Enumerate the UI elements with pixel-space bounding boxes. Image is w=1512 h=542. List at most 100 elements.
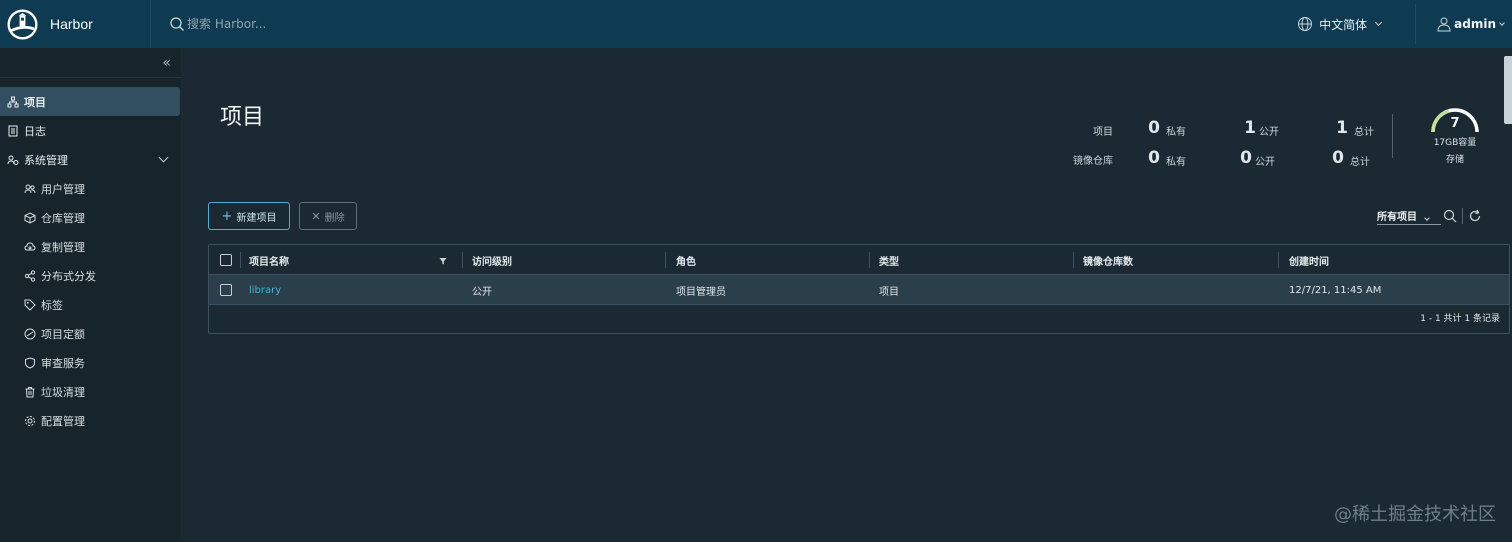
column-header-repo-count[interactable]: 镜像仓库数 <box>1083 245 1133 275</box>
projects-table: 项目名称 访问级别 角色 类型 镜像仓库数 创建时间 library 公开 项目… <box>208 244 1510 334</box>
column-header-type[interactable]: 类型 <box>879 245 899 275</box>
repos-private-count: 0 <box>1148 148 1160 168</box>
column-separator <box>869 252 870 268</box>
refresh-icon[interactable] <box>1468 209 1482 223</box>
filter-selected: 所有项目 <box>1377 212 1417 223</box>
side-panel-handle[interactable] <box>1504 56 1512 124</box>
language-selector[interactable]: 中文简体 <box>1277 0 1415 48</box>
users-icon <box>24 184 36 193</box>
sidebar-item-projects[interactable]: 项目 <box>0 87 180 116</box>
header-right: 中文简体 admin <box>1277 0 1512 48</box>
gear-icon <box>25 415 35 426</box>
search-icon <box>170 17 184 31</box>
new-project-button[interactable]: + 新建项目 <box>208 202 290 230</box>
sidebar-item-label: 审查服务 <box>41 356 85 370</box>
delete-label: 删除 <box>324 212 345 224</box>
private-label: 私有 <box>1166 157 1186 168</box>
column-separator <box>1073 252 1074 268</box>
column-header-created[interactable]: 创建时间 <box>1289 245 1329 275</box>
harbor-logo-icon <box>7 8 38 40</box>
language-label: 中文简体 <box>1319 17 1368 32</box>
sidebar-item-label: 垃圾清理 <box>41 385 85 399</box>
sidebar-item-label: 项目 <box>24 95 46 109</box>
sidebar-item-logs[interactable]: 日志 <box>0 116 181 145</box>
chevron-down-icon <box>1375 18 1383 27</box>
private-label: 私有 <box>1166 127 1186 138</box>
project-name-link[interactable]: library <box>249 275 281 305</box>
projects-public-count: 1 <box>1244 118 1256 138</box>
brand-area[interactable]: Harbor <box>0 0 151 48</box>
cell-type: 项目 <box>879 286 899 298</box>
registry-icon <box>24 211 36 224</box>
cell-created: 12/7/21, 11:45 AM <box>1289 284 1382 296</box>
username: admin <box>1454 17 1496 31</box>
sidebar-item-interrogation[interactable]: 审查服务 <box>24 348 85 377</box>
total-label: 总计 <box>1350 157 1370 168</box>
sidebar-item-registries[interactable]: 仓库管理 <box>24 203 85 232</box>
stats-projects-label: 项目 <box>1093 127 1113 138</box>
close-icon: ✕ <box>311 209 321 223</box>
quota-icon <box>24 328 36 339</box>
column-header-name[interactable]: 项目名称 <box>249 245 289 275</box>
projects-total-count: 1 <box>1336 118 1348 138</box>
public-label: 公开 <box>1255 157 1275 168</box>
storage-capacity: 17GB容量 <box>1433 138 1477 148</box>
repos-total-count: 0 <box>1332 148 1344 168</box>
select-all-checkbox[interactable] <box>220 254 232 266</box>
global-search[interactable] <box>169 16 347 32</box>
delete-button[interactable]: ✕ 删除 <box>299 202 357 230</box>
user-menu[interactable]: admin <box>1415 4 1512 44</box>
sidebar-item-quotas[interactable]: 项目定额 <box>24 319 85 348</box>
sidebar-item-label: 日志 <box>24 124 46 138</box>
sidebar-item-label: 分布式分发 <box>41 269 96 283</box>
row-checkbox[interactable] <box>220 284 232 296</box>
column-separator <box>1278 252 1279 268</box>
cell-access: 公开 <box>472 286 492 298</box>
column-header-access[interactable]: 访问级别 <box>472 245 512 275</box>
user-icon <box>1437 17 1451 32</box>
sidebar-item-label: 系统管理 <box>24 153 68 167</box>
column-separator <box>665 252 666 268</box>
brand-name: Harbor <box>50 16 93 32</box>
project-filter-select[interactable]: 所有项目 <box>1377 208 1441 225</box>
total-label: 总计 <box>1354 127 1374 138</box>
chevron-down-icon <box>1499 19 1505 26</box>
tag-icon <box>24 299 36 311</box>
column-header-role[interactable]: 角色 <box>676 245 696 275</box>
pagination-summary: 1 - 1 共计 1 条记录 <box>1420 314 1500 324</box>
stats-repos-label: 镜像仓库 <box>1073 156 1113 167</box>
search-icon[interactable] <box>1443 209 1457 223</box>
sidebar-item-users[interactable]: 用户管理 <box>24 174 85 203</box>
filter-icon[interactable] <box>439 257 447 265</box>
sidebar-item-admin[interactable]: 系统管理 <box>0 145 181 174</box>
logs-icon <box>8 125 18 136</box>
sidebar-item-label: 复制管理 <box>41 240 85 254</box>
sidebar-item-config[interactable]: 配置管理 <box>24 406 85 435</box>
top-header: Harbor 中文简体 admin <box>0 0 1512 48</box>
sidebar-item-label: 配置管理 <box>41 414 85 428</box>
column-separator <box>240 252 241 268</box>
table-row[interactable]: library 公开 项目管理员 项目 12/7/21, 11:45 AM <box>209 275 1509 305</box>
projects-icon <box>7 96 19 107</box>
cell-role: 项目管理员 <box>676 286 726 298</box>
sidebar-item-gc[interactable]: 垃圾清理 <box>24 377 85 406</box>
main-content: 项目 项目 镜像仓库 0 私有 1 公开 1 总计 0 私有 0 公开 0 总计… <box>181 48 1512 542</box>
replication-icon <box>24 241 36 250</box>
divider <box>1462 208 1463 224</box>
distribution-icon <box>24 269 36 282</box>
column-separator <box>462 252 463 268</box>
divider <box>0 77 181 78</box>
sidebar-item-distribution[interactable]: 分布式分发 <box>24 261 96 290</box>
chevron-down-icon <box>1424 215 1431 221</box>
plus-icon: + <box>221 208 233 224</box>
sidebar: « 项目 日志 系统管理 用户管理 仓库管理 复制管理 分布式分发 标签 项目定… <box>0 48 181 542</box>
collapse-sidebar-icon[interactable]: « <box>162 55 171 71</box>
sidebar-item-labels[interactable]: 标签 <box>24 290 63 319</box>
public-label: 公开 <box>1259 127 1279 138</box>
sidebar-item-label: 项目定额 <box>41 327 85 341</box>
globe-icon <box>1298 17 1313 31</box>
sidebar-item-replication[interactable]: 复制管理 <box>24 232 85 261</box>
projects-private-count: 0 <box>1148 118 1160 138</box>
search-input[interactable] <box>187 17 347 31</box>
divider <box>1392 114 1393 158</box>
